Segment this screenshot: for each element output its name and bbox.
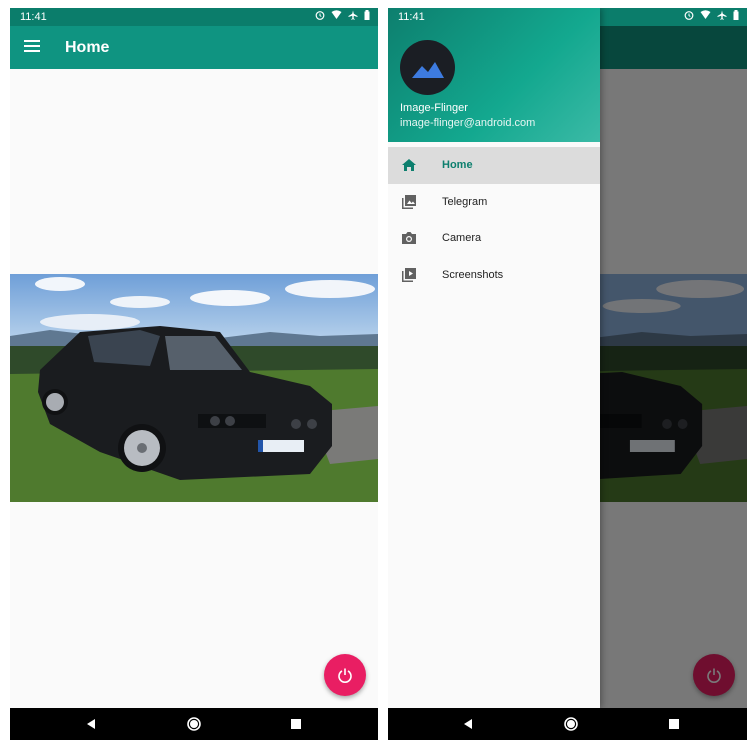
system-nav-bar — [10, 708, 378, 740]
status-icons — [315, 8, 370, 26]
recents-icon[interactable] — [666, 716, 682, 732]
drawer-menu: Home Telegram Camera Screenshots — [388, 147, 600, 293]
menu-icon[interactable] — [24, 40, 40, 54]
drawer-item-telegram[interactable]: Telegram — [388, 184, 600, 221]
battery-icon — [733, 8, 739, 26]
app-bar: Home — [10, 26, 378, 69]
car-photo[interactable] — [10, 274, 378, 502]
battery-icon — [364, 8, 370, 26]
drawer-status-time: 11:41 — [398, 11, 425, 23]
drawer-user-email: image-flinger@android.com — [400, 117, 536, 129]
drawer-item-label: Screenshots — [442, 268, 504, 281]
page-title: Home — [65, 39, 110, 56]
video-library-icon — [401, 267, 417, 283]
wifi-icon — [331, 8, 342, 26]
navigation-drawer: 11:41 Image-Flinger image-flinger@androi… — [388, 8, 600, 708]
home-icon — [401, 157, 417, 173]
wifi-icon — [700, 8, 711, 26]
status-bar: 11:41 — [10, 8, 378, 26]
power-fab-button[interactable] — [324, 654, 366, 696]
drawer-item-home[interactable]: Home — [388, 147, 600, 184]
drawer-item-label: Home — [442, 159, 473, 172]
photo-library-icon — [401, 194, 417, 210]
back-icon[interactable] — [460, 716, 476, 732]
home-nav-icon[interactable] — [563, 716, 579, 732]
content-area — [10, 69, 378, 708]
back-icon[interactable] — [83, 716, 99, 732]
system-nav-bar — [388, 708, 747, 740]
mountain-icon — [412, 62, 444, 78]
drawer-item-label: Camera — [442, 232, 482, 245]
airplane-mode-icon — [348, 8, 358, 26]
drawer-item-label: Telegram — [442, 195, 488, 208]
drawer-open-screen: 11:41 Image-Flinger image-flinger@androi… — [388, 8, 747, 740]
home-screen: 11:41 Home — [10, 8, 378, 740]
drawer-item-screenshots[interactable]: Screenshots — [388, 257, 600, 294]
alarm-icon — [684, 8, 694, 26]
power-icon — [338, 668, 352, 683]
drawer-header: 11:41 Image-Flinger image-flinger@androi… — [388, 8, 600, 142]
alarm-icon — [315, 8, 325, 26]
airplane-mode-icon — [717, 8, 727, 26]
drawer-item-camera[interactable]: Camera — [388, 220, 600, 257]
drawer-user-name: Image-Flinger — [400, 102, 468, 114]
recents-icon[interactable] — [288, 716, 304, 732]
status-icons — [684, 8, 739, 26]
camera-icon — [401, 230, 417, 246]
status-time: 11:41 — [20, 11, 47, 23]
home-nav-icon[interactable] — [186, 716, 202, 732]
avatar[interactable] — [400, 40, 455, 95]
